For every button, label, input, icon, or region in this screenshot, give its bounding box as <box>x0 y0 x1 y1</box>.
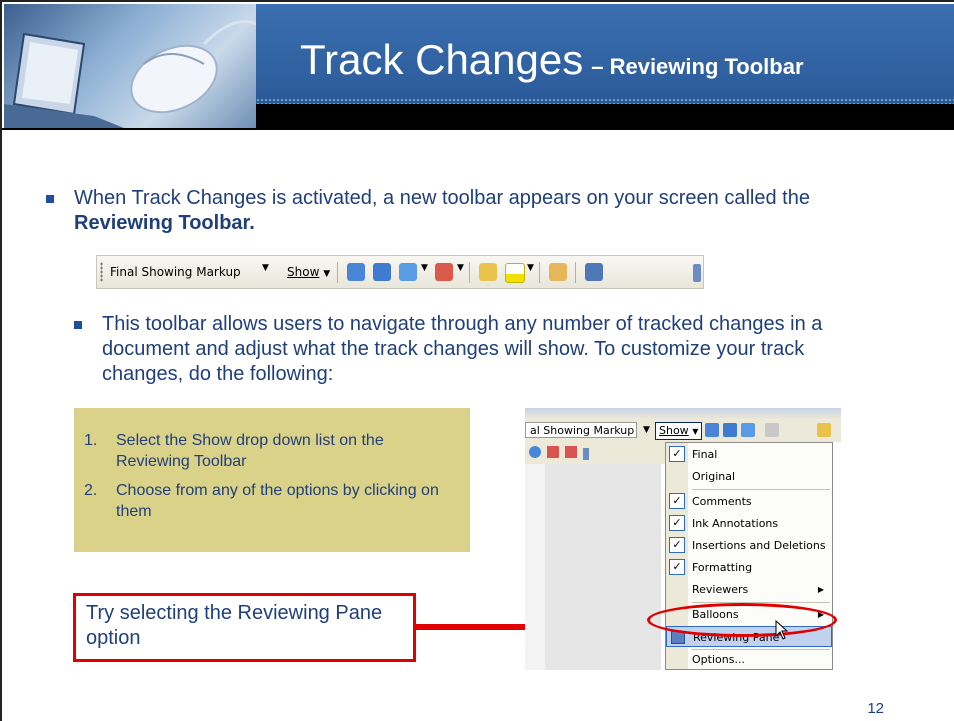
header-rule <box>2 128 954 130</box>
screenshot-show-label: Show <box>659 424 689 437</box>
reject-change-icon[interactable] <box>435 263 453 281</box>
accept-change-icon[interactable] <box>399 263 417 281</box>
toolbar-separator <box>575 262 576 283</box>
screenshot-display-select[interactable]: al Showing Markup <box>525 422 637 438</box>
chevron-down-icon[interactable]: ▼ <box>643 425 650 435</box>
screenshot-top-toolbar <box>525 408 841 418</box>
new-comment-icon[interactable] <box>479 263 497 281</box>
reject-change-icon[interactable] <box>765 423 779 437</box>
menu-item-label: Original <box>692 470 736 483</box>
select-arrow-icon[interactable]: ▼ <box>262 263 269 273</box>
screenshot-show-button[interactable]: Show ▼ <box>655 422 703 440</box>
previous-change-icon[interactable] <box>705 423 719 437</box>
check-icon: ✓ <box>669 446 685 462</box>
accept-dropdown-arrow-icon[interactable]: ▼ <box>421 263 428 273</box>
bullet-toolbar-description: This toolbar allows users to navigate th… <box>74 312 882 387</box>
menu-item-label: Final <box>692 448 718 461</box>
toolbar-separator <box>337 262 338 283</box>
screenshot-document-area <box>545 464 661 670</box>
step-text: Choose from any of the options by clicki… <box>116 482 439 520</box>
step-text: Select the Show drop down list on the Re… <box>116 432 384 470</box>
menu-item-label: Reviewers <box>692 583 749 596</box>
reviewing-pane-icon[interactable] <box>585 263 603 281</box>
menu-separator <box>692 489 830 490</box>
check-icon: ✓ <box>669 515 685 531</box>
screenshot-secondary-toolbar <box>525 442 675 464</box>
bullet-track-changes-activated: When Track Changes is activated, a new t… <box>46 186 874 236</box>
highlight-icon[interactable] <box>505 263 525 283</box>
toolbar-separator <box>469 262 470 283</box>
submenu-arrow-icon: ▶ <box>817 585 824 594</box>
screenshot-document-edge <box>833 442 841 670</box>
screenshot-ruler <box>525 464 546 670</box>
menu-item-insertions-deletions[interactable]: ✓ Insertions and Deletions <box>666 535 832 556</box>
highlight-dropdown-arrow-icon[interactable]: ▼ <box>527 263 534 273</box>
title-main: Track Changes <box>300 36 584 83</box>
check-icon: ✓ <box>669 537 685 553</box>
step-number: 2. <box>84 482 98 499</box>
menu-item-final[interactable]: ✓ Final <box>666 444 832 465</box>
accept-change-icon[interactable] <box>741 423 755 437</box>
menu-item-label: Formatting <box>692 561 753 574</box>
show-label: Show <box>287 265 320 279</box>
track-changes-icon[interactable] <box>549 263 567 281</box>
bullet-1-bold: Reviewing Toolbar. <box>74 212 255 234</box>
menu-item-label: Ink Annotations <box>692 517 779 530</box>
display-for-review-select[interactable]: Final Showing Markup <box>107 262 260 282</box>
title-sub: – Reviewing Toolbar <box>591 54 804 79</box>
table-icon[interactable] <box>547 446 559 458</box>
page-title: Track Changes – Reviewing Toolbar <box>300 36 804 84</box>
callout-box: Try selecting the Reviewing Pane option <box>73 593 416 662</box>
menu-item-options[interactable]: Options... <box>666 649 832 670</box>
menu-item-formatting[interactable]: ✓ Formatting <box>666 557 832 578</box>
slide: Track Changes – Reviewing Toolbar When Tr… <box>0 0 954 721</box>
steps-box: 1. Select the Show drop down list on the… <box>74 408 470 552</box>
toolbar-button-icon[interactable] <box>529 446 541 458</box>
highlight-ellipse <box>647 603 837 637</box>
mouse-cursor-icon <box>775 620 789 640</box>
screenshot-reviewing-toolbar: al Showing Markup ▼ Show ▼ <box>525 418 841 443</box>
toolbar-options-icon[interactable] <box>583 448 589 460</box>
check-icon: ✓ <box>669 559 685 575</box>
bullet-square-icon <box>46 195 54 203</box>
toolbar-grip-icon <box>100 262 103 282</box>
folder-icon[interactable] <box>817 423 831 437</box>
toolbar-separator <box>539 262 540 283</box>
check-icon: ✓ <box>669 493 685 509</box>
next-change-icon[interactable] <box>723 423 737 437</box>
menu-item-comments[interactable]: ✓ Comments <box>666 491 832 512</box>
step-number: 1. <box>84 432 98 449</box>
bullet-1-text: When Track Changes is activated, a new t… <box>74 187 810 209</box>
menu-item-label: Insertions and Deletions <box>692 539 826 552</box>
next-change-icon[interactable] <box>373 263 391 281</box>
menu-item-ink-annotations[interactable]: ✓ Ink Annotations <box>666 513 832 534</box>
toolbar-options-icon[interactable] <box>693 264 701 282</box>
bullet-square-icon <box>74 321 82 329</box>
header-black-band <box>256 104 954 130</box>
header-image-laptop-mouse <box>4 4 256 128</box>
reviewing-toolbar-image: Final Showing Markup ▼ Show ▼ ▼ ▼ ▼ <box>96 255 704 289</box>
menu-item-original[interactable]: Original <box>666 466 832 487</box>
page-number: 12 <box>867 700 884 717</box>
bullet-2-text: This toolbar allows users to navigate th… <box>102 313 823 385</box>
menu-item-reviewers[interactable]: Reviewers ▶ <box>666 579 832 600</box>
table-icon[interactable] <box>565 446 577 458</box>
previous-change-icon[interactable] <box>347 263 365 281</box>
menu-item-label: Options... <box>692 653 745 666</box>
laptop-mouse-illustration <box>4 20 256 128</box>
slide-header: Track Changes – Reviewing Toolbar <box>2 2 954 130</box>
menu-item-label: Comments <box>692 495 752 508</box>
show-dropdown[interactable]: Show ▼ <box>287 262 330 282</box>
reject-dropdown-arrow-icon[interactable]: ▼ <box>457 263 464 273</box>
show-menu-screenshot: al Showing Markup ▼ Show ▼ ✓ Final Origin… <box>525 408 841 670</box>
